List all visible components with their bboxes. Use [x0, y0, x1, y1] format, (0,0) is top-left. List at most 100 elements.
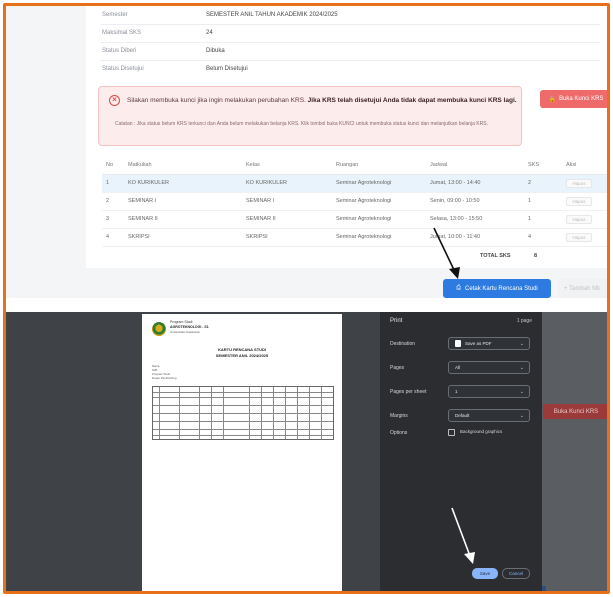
- chevron-down-icon: ⌄: [519, 365, 524, 371]
- chevron-down-icon: ⌄: [519, 413, 524, 419]
- total-sks-value: 8: [534, 253, 538, 259]
- background-graphics-checkbox[interactable]: [448, 429, 455, 436]
- info-row-approval: Status Disetujui Belum Disetujui: [102, 66, 248, 72]
- pages-per-sheet-value: 1: [455, 389, 458, 394]
- preview-inst-line2: AGROTEKNOLOGI - S1: [170, 325, 209, 329]
- unlock-krs-button[interactable]: 🔓 Buka Kunci KRS: [540, 90, 607, 108]
- cell-kelas: SEMINAR II: [242, 210, 332, 229]
- cell-no: 2: [102, 192, 124, 211]
- cell-sks: 1: [524, 210, 562, 229]
- krs-table: No Matkuliah Kelas Ruangan Jadwal SKS Ak…: [102, 156, 607, 247]
- cell-ruang: Seminar Agroteknologi: [332, 192, 426, 211]
- cancel-button[interactable]: Cancel: [502, 568, 530, 579]
- cell-no: 4: [102, 228, 124, 247]
- table-header-row: No Matkuliah Kelas Ruangan Jadwal SKS Ak…: [102, 156, 607, 175]
- save-button[interactable]: Save: [472, 568, 498, 579]
- cell-no: 1: [102, 174, 124, 193]
- divider: [100, 60, 600, 61]
- delete-button[interactable]: Hapus: [566, 178, 592, 188]
- preview-table: [152, 386, 334, 440]
- alert-title-plain: Silakan membuka kunci jika ingin melakuk…: [127, 97, 306, 104]
- col-header: Ruangan: [332, 156, 426, 175]
- pdf-icon: [455, 340, 461, 347]
- cell-ruang: Seminar Agroteknologi: [332, 174, 426, 193]
- separator: [6, 298, 607, 312]
- col-header: Aksi: [562, 156, 607, 175]
- print-dialog-title: Print: [390, 318, 403, 324]
- info-label: Status Diberi: [102, 48, 137, 54]
- cell-aksi: Hapus: [562, 210, 607, 229]
- col-header: Jadwal: [426, 156, 524, 175]
- cell-jadwal: Selasa, 13:00 - 15:50: [426, 210, 524, 229]
- table-row: 1 KO KURIKULER KO KURIKULER Seminar Agro…: [102, 174, 607, 193]
- info-label: Status Disetujui: [102, 66, 144, 72]
- unlock-alert: × Silakan membuka kunci jika ingin melak…: [98, 86, 522, 146]
- page-count: 1 page: [516, 318, 532, 324]
- margins-select[interactable]: Default ⌄: [448, 409, 530, 422]
- delete-button[interactable]: Hapus: [566, 232, 592, 242]
- info-value: 24: [206, 30, 213, 36]
- col-header: SKS: [524, 156, 562, 175]
- background-graphics-label: Background graphics: [460, 429, 503, 434]
- university-logo-icon: [152, 322, 166, 336]
- col-header: Kelas: [242, 156, 332, 175]
- cell-sks: 2: [524, 174, 562, 193]
- cell-mk: SEMINAR II: [124, 210, 242, 229]
- info-row-semester: Semester SEMESTER ANIL TAHUN AKADEMIK 20…: [102, 12, 338, 18]
- delete-button[interactable]: Hapus: [566, 196, 592, 206]
- cell-kelas: SKRIPSI: [242, 228, 332, 247]
- pages-per-sheet-label: Pages per sheet: [390, 389, 427, 395]
- divider: [100, 42, 600, 43]
- delete-button[interactable]: Hapus: [566, 214, 592, 224]
- add-course-button[interactable]: + Tambah Mk: [558, 279, 607, 298]
- options-label: Options: [390, 430, 408, 436]
- background-sheet: [541, 312, 607, 591]
- cell-mk: KO KURIKULER: [124, 174, 242, 193]
- info-label: Maksimal SKS: [102, 30, 142, 36]
- table-row: 3 SEMINAR II SEMINAR II Seminar Agrotekn…: [102, 210, 607, 229]
- cell-mk: SKRIPSI: [124, 228, 242, 247]
- close-circle-icon: ×: [109, 95, 120, 106]
- background-unlock-button: Buka Kunci KRS: [543, 404, 607, 419]
- info-value: Dibuka: [206, 48, 225, 54]
- col-header: No: [102, 156, 124, 175]
- print-screen: Buka Kunci KRS Program Studi AGROTEKNOLO…: [6, 312, 607, 591]
- margins-label: Margins: [390, 413, 408, 419]
- pages-label: Pages: [390, 365, 405, 371]
- info-row-max-sks: Maksimal SKS 24: [102, 30, 213, 36]
- preview-subtitle: SEMESTER ANIL 2024/2025: [215, 353, 269, 358]
- total-sks-label: TOTAL SKS: [480, 253, 511, 259]
- pages-per-sheet-select[interactable]: 1 ⌄: [448, 385, 530, 398]
- chevron-down-icon: ⌄: [519, 389, 524, 395]
- info-value: Belum Disetujui: [206, 66, 248, 72]
- alert-title: Silakan membuka kunci jika ingin melakuk…: [127, 96, 517, 105]
- cell-aksi: Hapus: [562, 174, 607, 193]
- cell-jadwal: Jumat, 13:00 - 14:40: [426, 174, 524, 193]
- cell-aksi: Hapus: [562, 228, 607, 247]
- cell-kelas: SEMINAR I: [242, 192, 332, 211]
- pages-value: All: [455, 365, 461, 370]
- cell-ruang: Seminar Agroteknologi: [332, 210, 426, 229]
- screenshot-frame: Semester SEMESTER ANIL TAHUN AKADEMIK 20…: [3, 3, 610, 594]
- col-header: Matkuliah: [124, 156, 242, 175]
- krs-card: Semester SEMESTER ANIL TAHUN AKADEMIK 20…: [86, 6, 607, 268]
- cell-aksi: Hapus: [562, 192, 607, 211]
- print-krs-label: Cetak Kartu Rencana Studi: [465, 285, 538, 292]
- print-preview-page: Program Studi AGROTEKNOLOGI - S1 Univers…: [142, 314, 342, 591]
- krs-page: Semester SEMESTER ANIL TAHUN AKADEMIK 20…: [6, 6, 607, 298]
- cell-sks: 4: [524, 228, 562, 247]
- preview-title: KARTU RENCANA STUDI: [217, 347, 267, 352]
- table-row: 4 SKRIPSI SKRIPSI Seminar Agroteknologi …: [102, 228, 607, 247]
- print-krs-button[interactable]: ⎙ Cetak Kartu Rencana Studi: [443, 279, 551, 298]
- preview-inst-line1: Program Studi: [170, 320, 193, 324]
- pages-select[interactable]: All ⌄: [448, 361, 530, 374]
- cell-ruang: Seminar Agroteknologi: [332, 228, 426, 247]
- lock-icon: 🔓: [548, 96, 557, 103]
- info-label: Semester: [102, 12, 128, 18]
- add-course-label: Tambah Mk: [569, 285, 601, 292]
- table-row: 2 SEMINAR I SEMINAR I Seminar Agroteknol…: [102, 192, 607, 211]
- alert-note: Catatan : Jika status belum KRS terkunci…: [115, 121, 488, 127]
- print-dialog: Print 1 page Destination Save as PDF ⌄ P…: [380, 312, 542, 591]
- preview-inst-line3: Universitas Nusantara: [170, 330, 200, 334]
- destination-select[interactable]: Save as PDF ⌄: [448, 337, 530, 350]
